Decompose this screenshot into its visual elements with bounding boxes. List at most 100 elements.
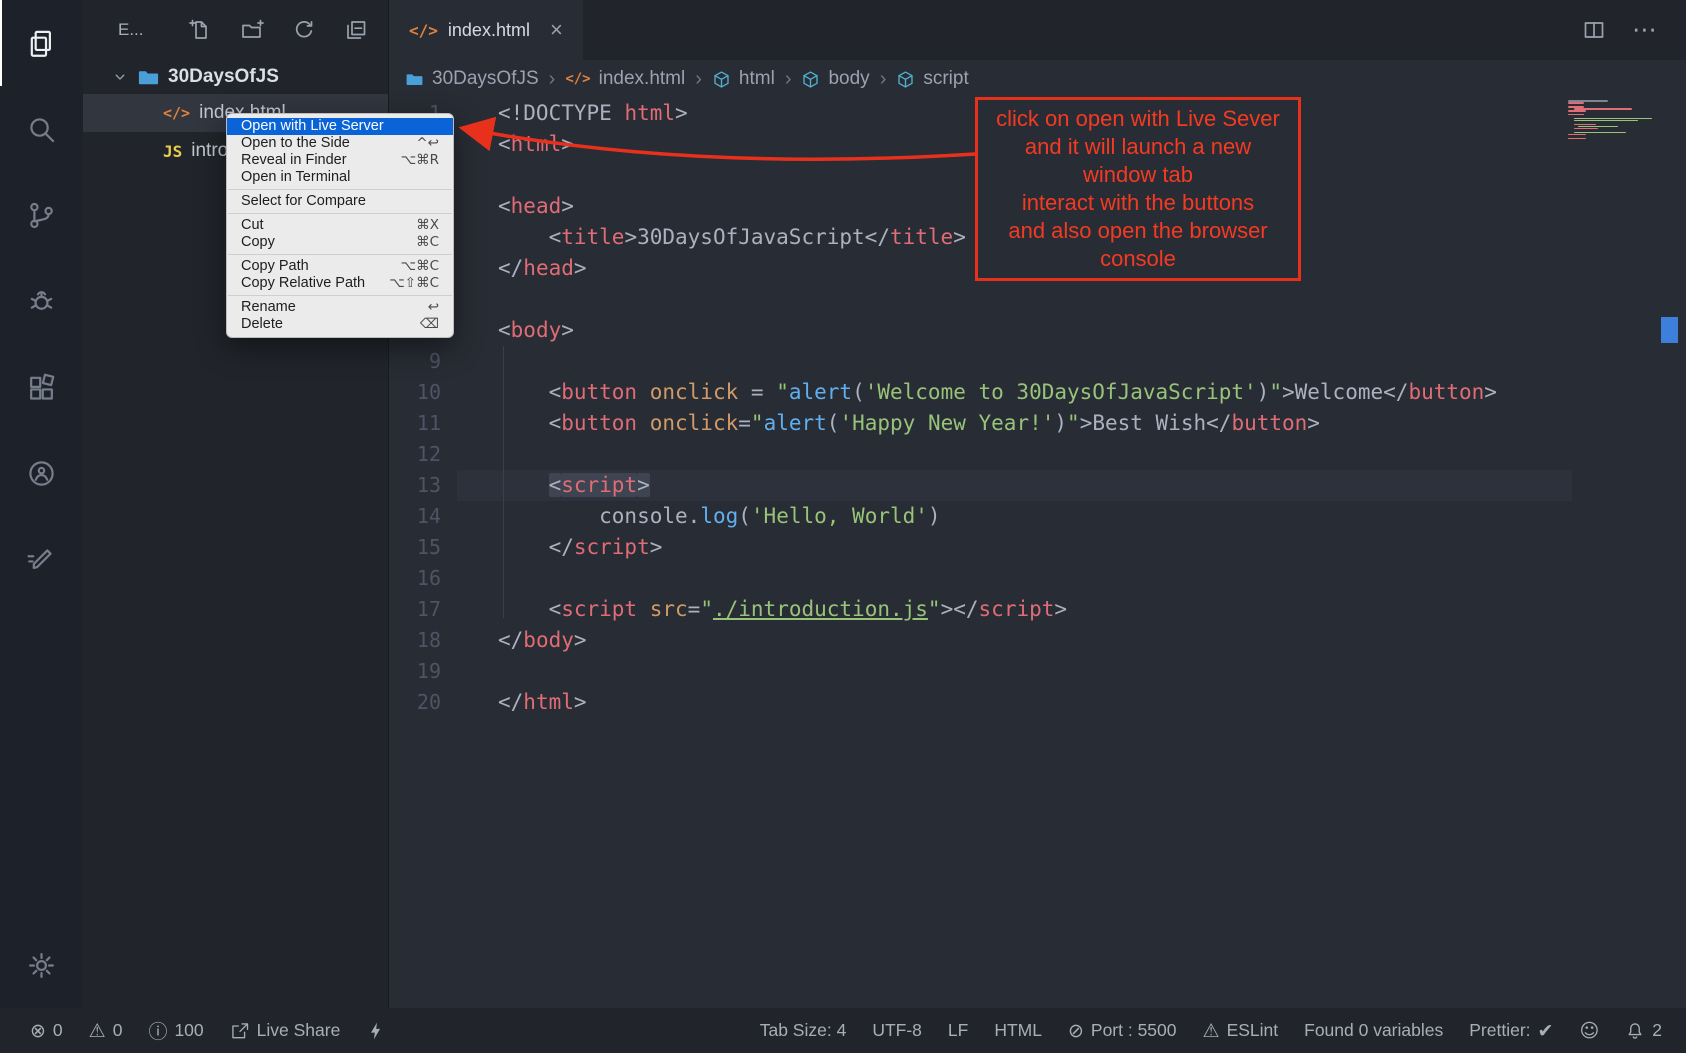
code-line-9[interactable]: 9 (389, 346, 1686, 377)
line-content (457, 284, 1572, 315)
menu-item-reveal-in-finder[interactable]: Reveal in Finder⌥⌘R (227, 152, 453, 169)
source-control-button[interactable] (0, 172, 83, 258)
settings-button[interactable] (0, 922, 83, 1008)
line-number: 19 (389, 656, 457, 687)
breadcrumb-html[interactable]: html (712, 68, 775, 90)
scrollbar-decoration[interactable] (1661, 317, 1678, 343)
status-encoding[interactable]: UTF-8 (872, 1020, 922, 1041)
breadcrumb-separator: › (880, 68, 887, 91)
breadcrumb-30DaysOfJS[interactable]: 30DaysOfJS (405, 68, 539, 90)
more-actions-icon[interactable]: ⋯ (1632, 15, 1658, 45)
menu-item-copy-path[interactable]: Copy Path⌥⌘C (227, 258, 453, 275)
line-content: console.log('Hello, World') (457, 501, 1572, 532)
live-share-button[interactable] (0, 430, 83, 516)
tab-bar: </> index.html × ⋯ (389, 0, 1686, 60)
code-line-15[interactable]: 15 </script> (389, 532, 1686, 563)
circle-slash-icon: ⊘ (1068, 1020, 1084, 1042)
line-number: 13 (389, 470, 457, 501)
status-label: 0 (113, 1020, 123, 1041)
status-label: LF (948, 1020, 968, 1041)
status-errors[interactable]: ⊗0 (30, 1020, 63, 1042)
status-bolt[interactable] (366, 1021, 386, 1041)
share-icon (230, 1021, 250, 1041)
html-file-icon: </> (565, 71, 590, 87)
refresh-button[interactable] (292, 18, 316, 42)
code-line-13[interactable]: 13 <script> (389, 470, 1686, 501)
minimap[interactable] (1568, 100, 1656, 140)
status-language-mode[interactable]: HTML (994, 1020, 1042, 1041)
code-line-16[interactable]: 16 (389, 563, 1686, 594)
new-file-button[interactable] (188, 18, 212, 42)
breadcrumb: 30DaysOfJS›</>index.html›html›body›scrip… (389, 60, 1686, 98)
activity-bar (0, 0, 83, 1008)
collapse-all-button[interactable] (344, 18, 368, 42)
status-tab-size[interactable]: Tab Size: 4 (760, 1020, 847, 1041)
code-line-8[interactable]: 8<body> (389, 315, 1686, 346)
menu-item-rename[interactable]: Rename↩ (227, 299, 453, 316)
breadcrumb-script[interactable]: script (896, 68, 968, 90)
code-line-11[interactable]: 11 <button onclick="alert('Happy New Yea… (389, 408, 1686, 439)
code-line-14[interactable]: 14 console.log('Hello, World') (389, 501, 1686, 532)
menu-item-shortcut: ⌥⇧⌘C (389, 275, 439, 292)
menu-item-open-with-live-server[interactable]: Open with Live Server (227, 118, 453, 135)
search-button[interactable] (0, 86, 83, 172)
status-eslint[interactable]: ⚠ESLint (1203, 1020, 1279, 1042)
split-editor-icon[interactable] (1582, 18, 1606, 42)
run-debug-button[interactable] (0, 258, 83, 344)
line-number: 17 (389, 594, 457, 625)
code-line-19[interactable]: 19 (389, 656, 1686, 687)
code-line-20[interactable]: 20</html> (389, 687, 1686, 718)
status-warnings[interactable]: ⚠0 (89, 1020, 123, 1042)
extensions-button[interactable] (0, 344, 83, 430)
info-icon: ⓘ (148, 1017, 167, 1044)
tab-close-icon[interactable]: × (550, 17, 563, 43)
status-variables[interactable]: Found 0 variables (1304, 1020, 1443, 1041)
status-live-share[interactable]: Live Share (230, 1020, 341, 1041)
menu-item-open-to-the-side[interactable]: Open to the Side^↩ (227, 135, 453, 152)
code-line-17[interactable]: 17 <script src="./introduction.js"></scr… (389, 594, 1686, 625)
tree-root-label: 30DaysOfJS (168, 66, 279, 88)
new-folder-button[interactable] (240, 18, 264, 42)
menu-separator (228, 189, 452, 190)
status-label: 2 (1652, 1020, 1662, 1041)
line-content (457, 346, 1572, 377)
annotation-line: console (980, 245, 1296, 273)
menu-item-label: Select for Compare (241, 193, 366, 210)
status-port[interactable]: ⊘Port : 5500 (1068, 1020, 1177, 1042)
tree-root-folder[interactable]: 30DaysOfJS (83, 60, 388, 94)
line-number: 15 (389, 532, 457, 563)
live-share-icon (26, 458, 57, 489)
code-line-7[interactable]: 7 (389, 284, 1686, 315)
menu-item-select-for-compare[interactable]: Select for Compare (227, 193, 453, 210)
menu-item-cut[interactable]: Cut⌘X (227, 217, 453, 234)
menu-item-label: Open in Terminal (241, 169, 350, 186)
explorer-button[interactable] (0, 0, 83, 86)
status-feedback[interactable]: ☺ (1579, 1020, 1599, 1042)
menu-item-shortcut: ⌥⌘R (401, 152, 439, 169)
code-line-10[interactable]: 10 <button onclick = "alert('Welcome to … (389, 377, 1686, 408)
menu-item-delete[interactable]: Delete⌫ (227, 316, 453, 333)
breadcrumb-body[interactable]: body (801, 68, 869, 90)
status-label: Found 0 variables (1304, 1020, 1443, 1041)
code-line-18[interactable]: 18</body> (389, 625, 1686, 656)
line-number: 14 (389, 501, 457, 532)
menu-item-open-in-terminal[interactable]: Open in Terminal (227, 169, 453, 186)
pen-extension-button[interactable] (0, 516, 83, 602)
status-eol[interactable]: LF (948, 1020, 968, 1041)
tab-index-html[interactable]: </> index.html × (389, 0, 583, 60)
line-content: </html> (457, 687, 1572, 718)
sidebar-title: E... (118, 20, 144, 40)
minimap-line (1568, 138, 1586, 140)
status-notifications[interactable]: 2 (1625, 1020, 1662, 1041)
status-label: HTML (994, 1020, 1042, 1041)
code-line-12[interactable]: 12 (389, 439, 1686, 470)
menu-item-copy-relative-path[interactable]: Copy Relative Path⌥⇧⌘C (227, 275, 453, 292)
breadcrumb-label: 30DaysOfJS (432, 68, 539, 90)
breadcrumb-index.html[interactable]: </>index.html (565, 68, 685, 90)
status-info-metric[interactable]: ⓘ100 (148, 1017, 203, 1044)
menu-separator (228, 213, 452, 214)
menu-item-label: Open with Live Server (241, 118, 384, 135)
menu-item-copy[interactable]: Copy⌘C (227, 234, 453, 251)
editor-actions: ⋯ (1582, 0, 1686, 60)
status-prettier[interactable]: Prettier:✔ (1469, 1020, 1553, 1042)
